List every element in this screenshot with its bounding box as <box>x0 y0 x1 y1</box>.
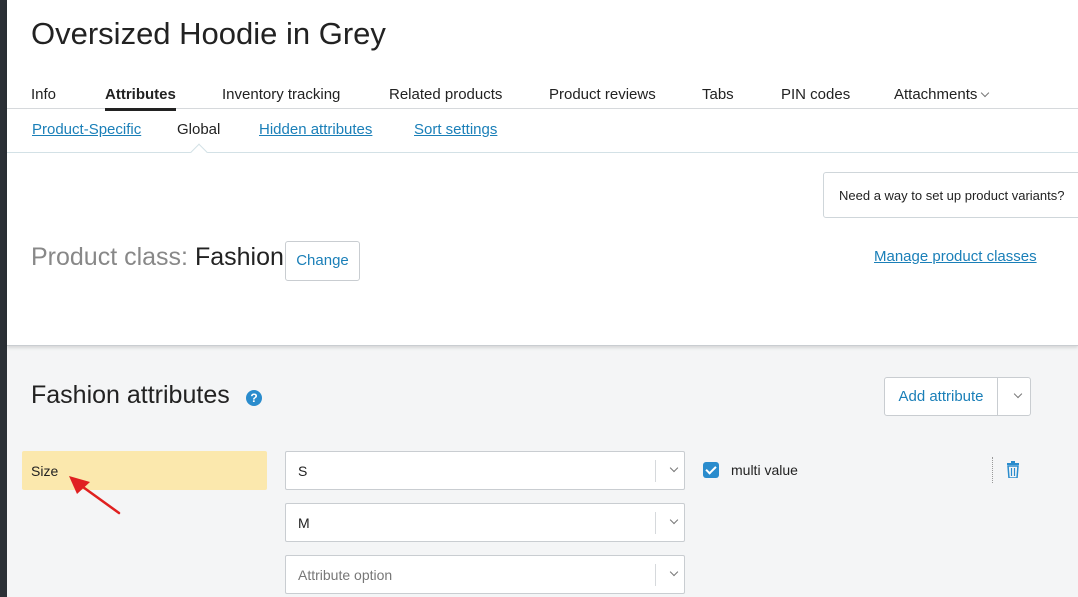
chevron-down-icon[interactable] <box>1013 389 1023 399</box>
multi-value-checkbox[interactable] <box>703 462 719 478</box>
tab-tabs[interactable]: Tabs <box>702 86 734 103</box>
variants-hint-box[interactable]: Need a way to set up product variants? <box>823 172 1078 218</box>
subtab-product-specific[interactable]: Product-Specific <box>32 121 141 138</box>
tab-pin-codes[interactable]: PIN codes <box>781 86 850 103</box>
product-class-value: Fashion <box>194 243 284 271</box>
add-attribute-button[interactable]: Add attribute <box>885 378 998 415</box>
multi-value-label[interactable]: multi value <box>731 462 798 478</box>
row-actions-divider <box>992 457 993 483</box>
attribute-value-select[interactable]: M <box>285 503 685 542</box>
select-divider <box>655 460 656 482</box>
manage-product-classes-link[interactable]: Manage product classes <box>874 248 1037 265</box>
chevron-down-icon[interactable] <box>669 463 679 473</box>
annotation-arrow-icon <box>69 476 121 515</box>
subtab-sort-settings[interactable]: Sort settings <box>414 121 497 138</box>
attributes-section-title: Fashion attributes <box>31 381 230 409</box>
select-divider <box>655 564 656 586</box>
product-class-label: Product class: <box>31 243 189 271</box>
select-placeholder: Attribute option <box>298 567 393 583</box>
attribute-value-select[interactable]: S <box>285 451 685 490</box>
add-attribute-split-button: Add attribute <box>884 377 1031 416</box>
change-class-button[interactable]: Change <box>285 241 360 281</box>
tab-product-reviews[interactable]: Product reviews <box>549 86 656 103</box>
trash-icon[interactable] <box>1005 461 1021 478</box>
tab-info[interactable]: Info <box>31 86 56 103</box>
subtab-global[interactable]: Global <box>177 121 220 138</box>
tab-attachments[interactable]: Attachments <box>894 86 990 103</box>
subtab-bar: Product-Specific Global Hidden attribute… <box>7 109 1078 161</box>
subtab-hidden-attributes[interactable]: Hidden attributes <box>259 121 372 138</box>
product-header-panel: Oversized Hoodie in Grey Info Attributes… <box>7 0 1078 346</box>
attribute-name-size: Size <box>22 451 267 490</box>
help-icon[interactable]: ? <box>246 390 262 406</box>
tab-attachments-label: Attachments <box>894 86 978 103</box>
product-class-heading: Product class: Fashion <box>31 243 284 272</box>
tab-bar: Info Attributes Inventory tracking Relat… <box>7 82 1078 111</box>
chevron-down-icon[interactable] <box>669 515 679 525</box>
select-value: S <box>298 463 308 479</box>
tab-inventory-tracking[interactable]: Inventory tracking <box>222 86 340 103</box>
chevron-down-icon <box>981 88 990 98</box>
select-divider <box>655 512 656 534</box>
page-title: Oversized Hoodie in Grey <box>31 16 386 51</box>
select-value: M <box>298 515 310 531</box>
attribute-option-select[interactable]: Attribute option <box>285 555 685 594</box>
tab-related-products[interactable]: Related products <box>389 86 502 103</box>
tab-attributes[interactable]: Attributes <box>105 86 176 111</box>
chevron-down-icon[interactable] <box>669 567 679 577</box>
active-subtab-caret <box>190 143 208 161</box>
left-sidebar-strip <box>0 0 7 597</box>
